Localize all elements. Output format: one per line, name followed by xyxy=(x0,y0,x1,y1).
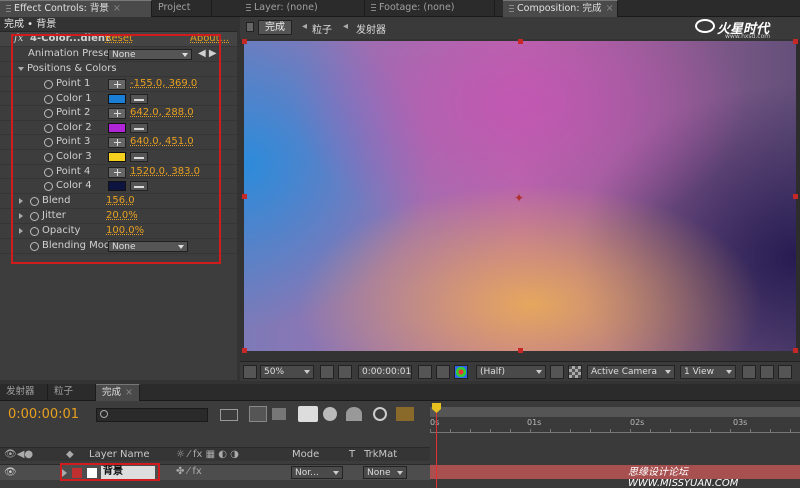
toggle-pixel-icon[interactable] xyxy=(742,365,756,379)
highlight-box xyxy=(60,463,160,481)
playhead-line xyxy=(436,403,437,488)
search-icon xyxy=(100,410,108,418)
hide-shy-layers-icon[interactable] xyxy=(298,406,318,422)
ruler-2: 02s xyxy=(630,418,645,427)
timecode-display[interactable]: 0:00:00:01 xyxy=(358,365,412,379)
tab-emitter[interactable]: 发射器 xyxy=(0,384,48,401)
grip-icon xyxy=(6,3,11,12)
tab-particles[interactable]: 粒子 xyxy=(48,384,96,401)
transform-handle[interactable] xyxy=(518,348,523,353)
col-t[interactable]: T xyxy=(349,449,355,460)
resolution-dropdown[interactable]: (Half) xyxy=(476,365,546,379)
comp-nav-bar: 完成 ◂ 粒子 ◂ 发射器 火星时代 www.hxsd.com xyxy=(240,17,800,40)
draft-3d-icon[interactable] xyxy=(272,408,286,420)
col-trkmat[interactable]: TrkMat xyxy=(364,449,397,460)
switches-icon: ☼ ⁄ fx ▦ ◐ ◑ xyxy=(176,449,239,460)
highlight-box xyxy=(11,34,221,264)
eye-icon[interactable]: 👁 xyxy=(4,467,17,478)
color-channels-icon[interactable] xyxy=(454,365,468,379)
anchor-point-icon[interactable]: ✦ xyxy=(514,191,524,205)
transform-handle[interactable] xyxy=(793,39,798,44)
transform-handle[interactable] xyxy=(242,194,247,199)
composition-viewer[interactable]: ✦ xyxy=(242,39,800,353)
col-layer-name[interactable]: Layer Name xyxy=(89,449,150,460)
grip-icon xyxy=(246,2,251,11)
comp-mini-flowchart-icon[interactable] xyxy=(220,409,238,421)
tab-footage[interactable]: Footage: (none) xyxy=(365,0,495,17)
after-effects-window: Effect Controls: 背景 × Project 完成 • 背景 fx … xyxy=(0,0,800,488)
layer-row[interactable]: 👁 背景 ✤ ⁄ fx Nor... None xyxy=(0,463,430,481)
mask-icon[interactable] xyxy=(338,365,352,379)
camera-icon[interactable] xyxy=(418,365,432,379)
tab-layer[interactable]: Layer: (none) xyxy=(240,0,365,17)
comp-nav-item-1[interactable]: 完成 xyxy=(258,20,292,35)
col-mode[interactable]: Mode xyxy=(292,449,319,460)
left-panel-tabbar: Effect Controls: 背景 × Project xyxy=(0,0,240,17)
logo-url: www.hxsd.com xyxy=(725,33,771,40)
hxsd-logo: 火星时代 www.hxsd.com xyxy=(695,17,800,40)
logo-icon xyxy=(695,19,715,33)
show-snapshot-icon[interactable] xyxy=(436,365,450,379)
comp-nav-item-3[interactable]: 发射器 xyxy=(356,21,386,36)
grip-icon xyxy=(371,2,376,11)
tab-final[interactable]: 完成 × xyxy=(96,384,140,401)
breadcrumb: 完成 • 背景 xyxy=(0,18,237,32)
transform-handle[interactable] xyxy=(793,194,798,199)
ruler-0: 0s xyxy=(430,418,440,427)
flowchart-icon[interactable] xyxy=(778,365,792,379)
tab-composition[interactable]: Composition: 完成 × xyxy=(503,0,618,17)
transform-handle[interactable] xyxy=(242,39,247,44)
timeline-layer-area: 0:00:00:01 👁◀● ◆ Layer Name ☼ ⁄ fx ▦ ◐ ◑… xyxy=(0,401,430,488)
region-of-interest-icon[interactable] xyxy=(550,365,564,379)
search-input[interactable] xyxy=(96,408,208,422)
ruler-3: 03s xyxy=(733,418,748,427)
comp-bottom-bar: 50% 0:00:00:01 (Half) Active Camera 1 Vi… xyxy=(240,361,800,381)
close-icon[interactable]: × xyxy=(606,1,614,17)
transparency-grid-icon[interactable] xyxy=(568,365,582,379)
trkmat-dropdown[interactable]: None xyxy=(363,466,407,479)
av-features-icon: 👁◀● xyxy=(4,449,34,460)
label-icon: ◆ xyxy=(66,449,74,460)
close-icon[interactable]: × xyxy=(125,385,133,401)
zoom-dropdown[interactable]: 50% xyxy=(260,365,314,379)
grip-icon xyxy=(509,3,514,12)
live-update-icon[interactable] xyxy=(249,406,267,422)
blend-mode-dropdown[interactable]: Nor... xyxy=(291,466,343,479)
timeline-tabbar: 发射器 粒子 完成 × xyxy=(0,384,800,401)
transform-handle[interactable] xyxy=(793,348,798,353)
close-icon[interactable]: × xyxy=(113,1,121,17)
arrow-left-icon: ◂ xyxy=(343,21,349,32)
ruler-1: 01s xyxy=(527,418,542,427)
frame-blending-icon[interactable] xyxy=(323,407,337,421)
arrow-left-icon: ◂ xyxy=(302,21,308,32)
grid-icon[interactable] xyxy=(320,365,334,379)
always-preview-icon[interactable] xyxy=(243,365,257,379)
brainstorm-icon[interactable] xyxy=(373,407,387,421)
camera-dropdown[interactable]: Active Camera xyxy=(587,365,675,379)
work-area-bar[interactable] xyxy=(430,407,800,417)
layer-switches[interactable]: ✤ ⁄ fx xyxy=(176,466,202,477)
comp-nav-item-2[interactable]: 粒子 xyxy=(312,21,332,36)
watermark-text: 思缘设计论坛 WWW.MISSYUAN.COM xyxy=(628,467,739,488)
effect-controls-panel: 完成 • 背景 fx 4-Color...dient Reset About..… xyxy=(0,18,237,380)
layer-column-header: 👁◀● ◆ Layer Name ☼ ⁄ fx ▦ ◐ ◑ Mode T Trk… xyxy=(0,447,430,461)
view-layout-dropdown[interactable]: 1 View xyxy=(680,365,736,379)
ruler-ticks xyxy=(430,429,800,433)
tab-project[interactable]: Project xyxy=(152,0,212,17)
graph-editor-icon[interactable] xyxy=(396,407,414,421)
transform-handle[interactable] xyxy=(518,39,523,44)
lock-icon[interactable] xyxy=(246,22,254,32)
timeline-panel: 发射器 粒子 完成 × 0:00:00:01 👁◀● ◆ Layer Name ☼… xyxy=(0,384,800,488)
comp-tabbar: Layer: (none) Footage: (none) Compositio… xyxy=(240,0,800,17)
tab-effect-controls[interactable]: Effect Controls: 背景 × xyxy=(0,0,152,17)
current-time[interactable]: 0:00:00:01 xyxy=(8,407,79,422)
fast-previews-icon[interactable] xyxy=(760,365,774,379)
motion-blur-icon[interactable] xyxy=(346,407,362,421)
transform-handle[interactable] xyxy=(242,348,247,353)
